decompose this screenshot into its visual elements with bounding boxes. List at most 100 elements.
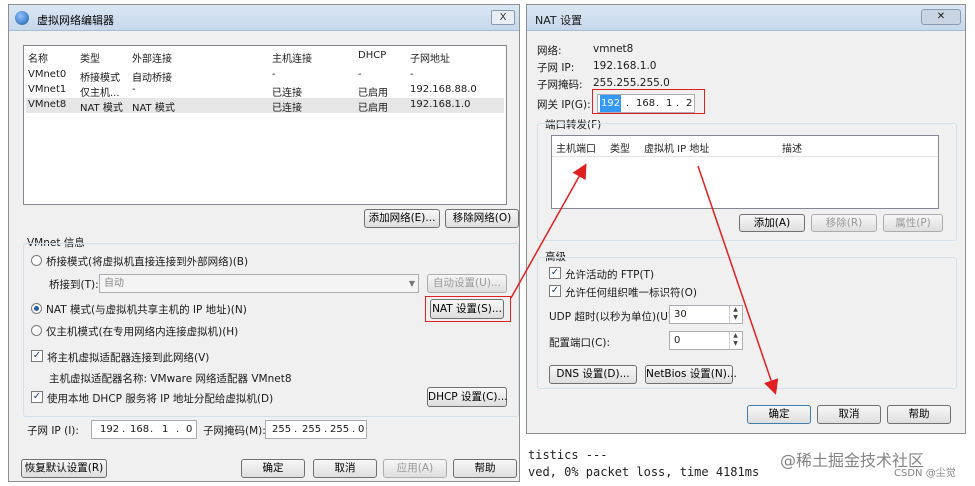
bridge-mode-label[interactable]: 桥接模式(将虚拟机直接连接到外部网络)(B) — [46, 254, 248, 269]
restore-defaults-button[interactable]: 恢复默认设置(R) — [21, 459, 107, 478]
pf-properties-button[interactable]: 属性(P) — [883, 214, 943, 232]
connect-adapter-label[interactable]: 将主机虚拟适配器连接到此网络(V) — [47, 350, 209, 365]
bridge-to-value: 自动 — [104, 278, 124, 289]
ip-dot: . — [294, 424, 298, 435]
chevron-down-icon: ▼ — [408, 279, 415, 288]
help-button[interactable]: 帮助 — [887, 405, 951, 424]
cell-name: VMnet1 — [28, 84, 67, 95]
connect-adapter-checkbox[interactable]: ✓ — [31, 350, 43, 362]
table-row[interactable]: VMnet1 仅主机... - 已连接 已启用 192.168.88.0 — [24, 83, 506, 99]
spin-arrows-icon[interactable]: ▲ ▼ — [729, 332, 741, 349]
apply-button[interactable]: 应用(A) — [383, 459, 447, 478]
column-header-host[interactable]: 主机连接 — [272, 50, 312, 65]
virtual-network-editor-window: 虚拟网络编辑器 X 名称 类型 外部连接 主机连接 DHCP 子网地址 VMne… — [8, 4, 520, 482]
cell-type: 仅主机... — [80, 88, 120, 99]
subnet-mask-value: 255.255.255.0 — [593, 77, 670, 89]
nat-mode-radio[interactable] — [31, 303, 42, 314]
gateway-highlight — [592, 89, 705, 114]
cell-dhcp: 已启用 — [358, 103, 388, 114]
ip-octet: 192 — [100, 424, 120, 435]
cell-external: NAT 模式 — [132, 103, 175, 114]
cell-name: VMnet8 — [28, 99, 67, 110]
ok-button[interactable]: 确定 — [241, 459, 305, 478]
column-header-external[interactable]: 外部连接 — [132, 50, 172, 65]
ip-dot: . — [324, 424, 328, 435]
table-row-selected[interactable]: VMnet8 NAT 模式 NAT 模式 已连接 已启用 192.168.1.0 — [26, 98, 504, 114]
vne-titlebar[interactable]: 虚拟网络编辑器 X — [9, 5, 519, 31]
column-header-name[interactable]: 名称 — [28, 50, 48, 65]
port-forwarding-list[interactable]: 主机端口 类型 虚拟机 IP 地址 描述 — [551, 135, 939, 209]
udp-timeout-label: UDP 超时(以秒为单位)(U): — [549, 311, 676, 323]
ip-dot: . — [150, 424, 154, 435]
subnet-mask-input[interactable]: 255 . 255 . 255 . 0 — [265, 420, 367, 439]
column-header-vm-ip[interactable]: 虚拟机 IP 地址 — [644, 140, 709, 155]
subnet-ip-input[interactable]: 192 . 168 . 1 . 0 — [91, 420, 197, 439]
ip-dot: . — [352, 424, 356, 435]
network-label: 网络: — [537, 45, 562, 57]
host-only-label[interactable]: 仅主机模式(在专用网络内连接虚拟机)(H) — [46, 324, 238, 339]
add-network-button[interactable]: 添加网络(E)... — [364, 209, 440, 228]
cancel-button[interactable]: 取消 — [313, 459, 377, 478]
subnet-mask-label: 子网掩码(M): — [203, 425, 266, 437]
use-dhcp-label[interactable]: 使用本地 DHCP 服务将 IP 地址分配给虚拟机(D) — [47, 391, 273, 406]
allow-oui-label[interactable]: 允许任何组织唯一标识符(O) — [565, 285, 697, 300]
bridge-to-label: 桥接到(T): — [49, 279, 99, 291]
ok-button[interactable]: 确定 — [747, 405, 811, 424]
host-only-radio[interactable] — [31, 325, 42, 336]
udp-timeout-value: 30 — [674, 309, 687, 320]
close-button[interactable]: ✕ — [921, 9, 961, 25]
header-divider — [552, 156, 938, 157]
pf-add-button[interactable]: 添加(A) — [739, 214, 805, 232]
spin-arrows-icon[interactable]: ▲ ▼ — [729, 306, 741, 323]
network-value: vmnet8 — [593, 43, 634, 55]
cancel-button[interactable]: 取消 — [817, 405, 881, 424]
udp-timeout-spinner[interactable]: 30 ▲ ▼ — [669, 305, 743, 324]
close-button[interactable]: X — [491, 10, 515, 25]
ip-octet: 0 — [358, 424, 365, 435]
nat-settings-window: NAT 设置 ✕ 网络: vmnet8 子网 IP: 192.168.1.0 子… — [526, 4, 966, 434]
config-port-value: 0 — [674, 335, 681, 346]
column-header-dhcp[interactable]: DHCP — [358, 50, 386, 61]
ip-octet: 255 — [302, 424, 322, 435]
vne-window-title: 虚拟网络编辑器 — [37, 14, 114, 27]
nat-mode-label[interactable]: NAT 模式(与虚拟机共享主机的 IP 地址)(N) — [46, 302, 247, 317]
ip-octet: 255 — [330, 424, 350, 435]
table-row[interactable]: VMnet0 桥接模式 自动桥接 - - - — [24, 68, 506, 84]
bridge-to-select[interactable]: 自动 ▼ — [99, 274, 419, 293]
nat-titlebar[interactable]: NAT 设置 ✕ — [527, 5, 965, 31]
cell-subnet: 192.168.1.0 — [410, 99, 471, 110]
help-button[interactable]: 帮助 — [453, 459, 517, 478]
nat-window-title: NAT 设置 — [535, 14, 583, 27]
column-header-subnet[interactable]: 子网地址 — [410, 50, 450, 65]
cell-host: - — [272, 69, 276, 80]
dhcp-settings-button[interactable]: DHCP 设置(C)... — [427, 387, 508, 407]
allow-oui-checkbox[interactable]: ✓ — [549, 285, 561, 297]
subnet-mask-label: 子网掩码: — [537, 79, 583, 91]
cell-type: NAT 模式 — [80, 103, 123, 114]
remove-network-button[interactable]: 移除网络(O) — [445, 209, 519, 228]
use-dhcp-checkbox[interactable]: ✓ — [31, 391, 43, 403]
subnet-ip-value: 192.168.1.0 — [593, 60, 657, 72]
subnet-ip-label: 子网 IP: — [537, 62, 575, 74]
ip-octet: 255 — [272, 424, 292, 435]
terminal-line: tistics --- — [528, 448, 608, 462]
cell-subnet: - — [410, 69, 414, 80]
cell-host: 已连接 — [272, 88, 302, 99]
ip-dot: . — [122, 424, 126, 435]
pf-remove-button[interactable]: 移除(R) — [811, 214, 877, 232]
column-header-description[interactable]: 描述 — [782, 140, 802, 155]
adapter-name-text: 主机虚拟适配器名称: VMware 网络适配器 VMnet8 — [49, 373, 292, 385]
column-header-host-port[interactable]: 主机端口 — [556, 140, 596, 155]
allow-ftp-label[interactable]: 允许活动的 FTP(T) — [565, 267, 654, 282]
bridge-mode-radio[interactable] — [31, 255, 42, 266]
column-header-type[interactable]: 类型 — [610, 140, 630, 155]
netbios-settings-button[interactable]: NetBios 设置(N)... — [645, 365, 737, 384]
column-header-type[interactable]: 类型 — [80, 50, 100, 65]
auto-settings-button[interactable]: 自动设置(U)... — [427, 274, 507, 293]
cell-external: - — [132, 84, 136, 95]
ip-octet: 1 — [162, 424, 169, 435]
config-port-spinner[interactable]: 0 ▲ ▼ — [669, 331, 743, 350]
network-list[interactable]: 名称 类型 外部连接 主机连接 DHCP 子网地址 VMnet0 桥接模式 自动… — [23, 45, 507, 205]
dns-settings-button[interactable]: DNS 设置(D)... — [549, 365, 637, 384]
allow-ftp-checkbox[interactable]: ✓ — [549, 267, 561, 279]
